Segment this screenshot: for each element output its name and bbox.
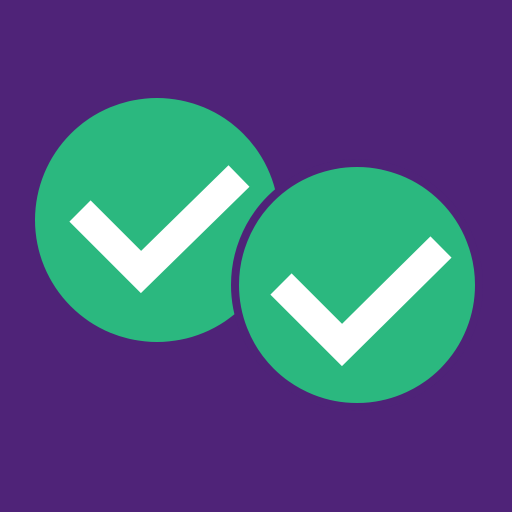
app-icon [0, 0, 512, 512]
badge-circle-right [231, 159, 483, 411]
checkmark-badge-right [231, 159, 483, 411]
double-checkmark-icon [0, 0, 512, 512]
